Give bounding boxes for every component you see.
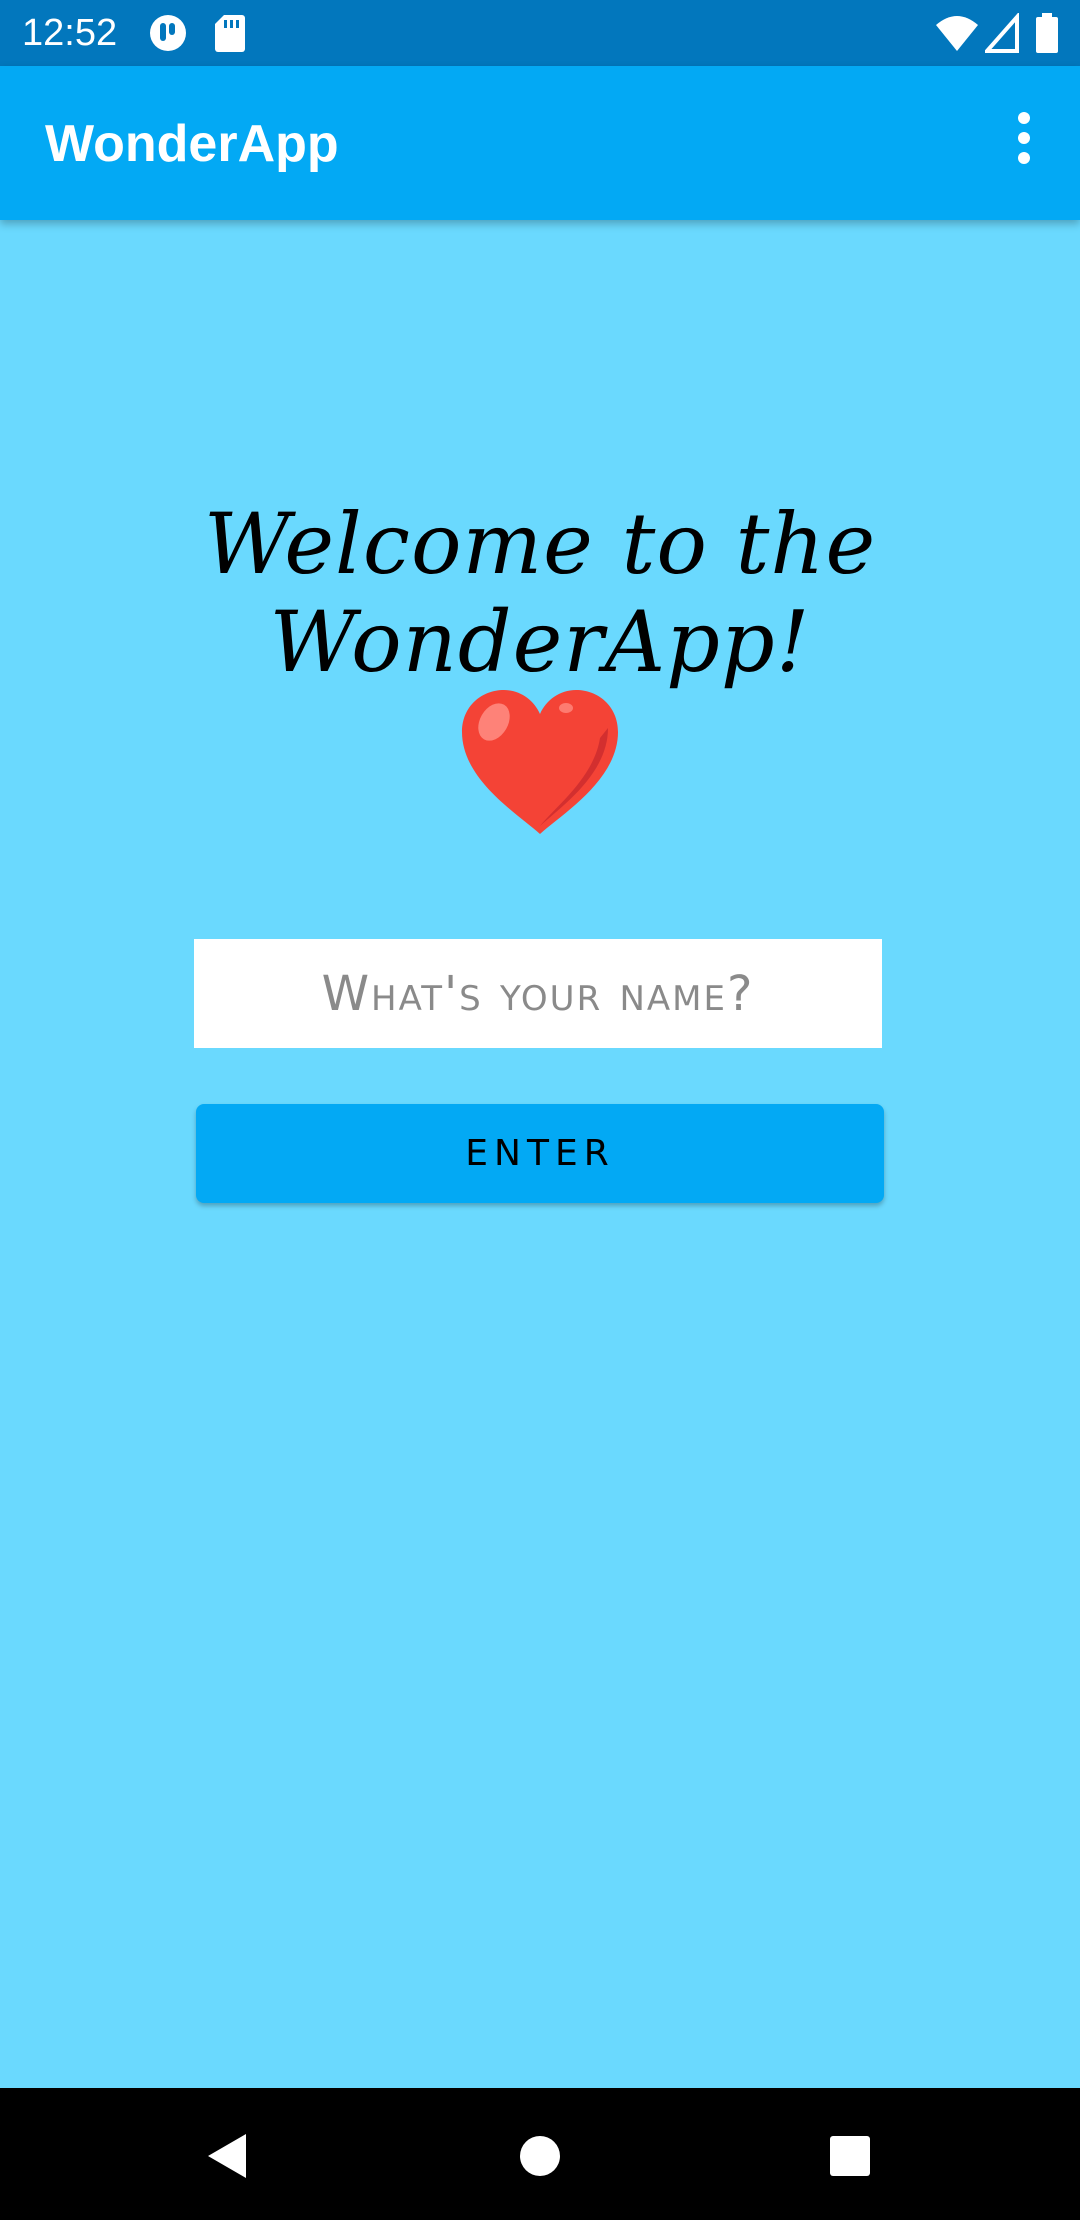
sd-card-icon xyxy=(214,13,246,57)
home-icon[interactable] xyxy=(512,2128,568,2184)
notification-app-icon xyxy=(148,13,188,57)
status-time: 12:52 xyxy=(22,12,118,54)
recents-icon[interactable] xyxy=(822,2128,878,2184)
app-title: WonderApp xyxy=(45,115,339,173)
more-vert-icon[interactable] xyxy=(992,106,1056,170)
signal-icon xyxy=(982,11,1019,57)
status-bar: 12:52 xyxy=(0,0,1080,66)
battery-icon xyxy=(1036,13,1058,57)
enter-button[interactable]: ENTER xyxy=(196,1104,884,1203)
back-icon[interactable] xyxy=(200,2128,256,2184)
name-input[interactable] xyxy=(194,939,882,1048)
wifi-icon xyxy=(935,13,979,57)
heart-icon xyxy=(458,688,622,836)
app-bar: WonderApp xyxy=(0,66,1080,220)
nav-bar xyxy=(0,2088,1080,2220)
welcome-heading: Welcome to the WonderApp! xyxy=(203,495,877,691)
